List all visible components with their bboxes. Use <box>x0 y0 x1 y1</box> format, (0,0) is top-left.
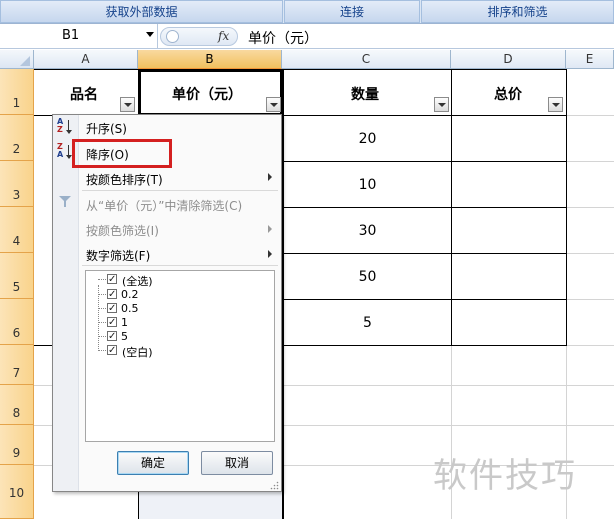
sort-ascending-icon: A Z <box>57 118 75 136</box>
menu-separator <box>82 190 278 191</box>
submenu-arrow-icon <box>268 225 272 233</box>
row-header-2[interactable]: 2 <box>0 115 34 161</box>
column-header-b[interactable]: B <box>138 50 282 69</box>
filter-dropdown-a-button[interactable] <box>120 97 135 112</box>
formula-bar: B1 fx 单价（元） <box>0 24 614 49</box>
cell-c6[interactable]: 5 <box>340 315 395 331</box>
ribbon-group-get-external-data[interactable]: 获取外部数据 <box>0 0 283 23</box>
ok-button[interactable]: 确定 <box>117 451 189 475</box>
insert-function-button[interactable]: fx <box>218 29 229 43</box>
submenu-arrow-icon <box>268 250 272 258</box>
list-item-blank[interactable]: (空白) <box>122 344 153 360</box>
row-header-8[interactable]: 8 <box>0 385 34 425</box>
ribbon-group-connections[interactable]: 连接 <box>284 0 420 23</box>
row-header-7[interactable]: 7 <box>0 345 34 385</box>
table-border <box>282 69 284 519</box>
cell-a1[interactable]: 品名 <box>70 84 98 104</box>
resize-grip-icon[interactable] <box>270 481 279 490</box>
cell-b1[interactable]: 单价（元） <box>172 84 242 104</box>
menu-filter-by-color[interactable]: 按颜色筛选(I) <box>86 222 159 239</box>
row-header-3[interactable]: 3 <box>0 161 34 207</box>
row-header-9[interactable]: 9 <box>0 425 34 465</box>
gridline <box>566 299 614 300</box>
cell-c4[interactable]: 30 <box>340 223 395 239</box>
gridline <box>566 253 614 254</box>
gridline <box>566 207 614 208</box>
menu-clear-filter[interactable]: 从“单价（元）”中清除筛选(C) <box>86 197 242 214</box>
table-border <box>282 253 567 254</box>
highlight-box <box>72 139 172 168</box>
checkbox-value[interactable]: ✓ <box>107 289 117 300</box>
row-header-5[interactable]: 5 <box>0 253 34 299</box>
menu-sort-ascending[interactable]: 升序(S) <box>86 120 127 137</box>
ribbon: 获取外部数据 连接 排序和筛选 <box>0 0 614 24</box>
cell-c5[interactable]: 50 <box>340 269 395 285</box>
table-border <box>282 161 567 162</box>
gridline <box>566 161 614 162</box>
checkbox-value[interactable]: ✓ <box>107 331 117 342</box>
submenu-arrow-icon <box>268 173 272 181</box>
checkbox-value[interactable]: ✓ <box>107 317 117 328</box>
menu-number-filters[interactable]: 数字筛选(F) <box>86 247 150 264</box>
ribbon-group-sort-filter[interactable]: 排序和筛选 <box>421 0 614 23</box>
row-header-1[interactable]: 1 <box>0 69 34 115</box>
list-item-value[interactable]: 0.2 <box>121 288 139 301</box>
filter-dropdown-d-button[interactable] <box>548 97 563 112</box>
checkbox-value[interactable]: ✓ <box>107 303 117 314</box>
cell-c2[interactable]: 20 <box>340 131 395 147</box>
checkbox-blank[interactable]: ✓ <box>107 345 117 356</box>
row-header-4[interactable]: 4 <box>0 207 34 253</box>
select-all-triangle-icon <box>20 56 30 66</box>
column-header-d[interactable]: D <box>451 50 566 69</box>
list-item-value[interactable]: 5 <box>121 330 128 343</box>
gridline <box>566 115 614 116</box>
column-header-a[interactable]: A <box>34 50 138 69</box>
table-border <box>282 207 567 208</box>
list-item-value[interactable]: 1 <box>121 316 128 329</box>
cell-c3[interactable]: 10 <box>340 177 395 193</box>
row-header-10[interactable]: 10 <box>0 465 34 519</box>
list-item-select-all[interactable]: (全选) <box>122 273 153 289</box>
checkbox-select-all[interactable]: ✓ <box>107 274 117 285</box>
cell-c1[interactable]: 数量 <box>351 84 379 104</box>
name-box-dropdown-icon[interactable] <box>146 32 154 37</box>
column-header-c[interactable]: C <box>282 50 451 69</box>
name-box-value: B1 <box>62 28 80 43</box>
menu-sort-by-color[interactable]: 按颜色排序(T) <box>86 171 163 188</box>
clear-filter-icon <box>59 196 73 208</box>
menu-icon-gutter <box>53 115 79 491</box>
formula-bar-circle-icon <box>166 30 179 43</box>
filter-dropdown-b-button[interactable] <box>266 97 281 112</box>
row-header-6[interactable]: 6 <box>0 299 34 345</box>
cell-d1[interactable]: 总价 <box>494 84 522 104</box>
column-header-e[interactable]: E <box>566 50 614 69</box>
table-border <box>282 299 567 300</box>
filter-dropdown-c-button[interactable] <box>434 97 449 112</box>
list-item-value[interactable]: 0.5 <box>121 302 139 315</box>
watermark: 软件技巧 <box>433 456 577 496</box>
menu-separator <box>82 265 278 266</box>
formula-content[interactable]: 单价（元） <box>248 28 318 48</box>
cancel-button[interactable]: 取消 <box>201 451 273 475</box>
